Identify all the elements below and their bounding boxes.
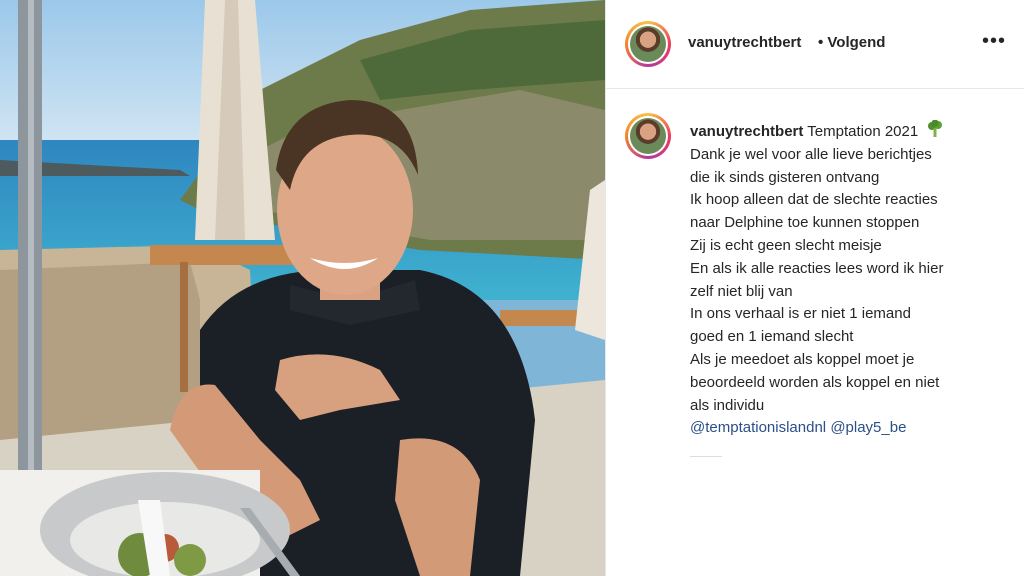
avatar-frame	[628, 24, 668, 64]
mention-link[interactable]: @temptationislandnl	[690, 419, 826, 436]
avatar-image	[630, 26, 666, 62]
caption-line: Ik hoop alleen dat de slechte reacties	[690, 191, 938, 209]
caption-line: zelf niet blij van	[690, 282, 793, 300]
post-header: vanuytrechtbert • Volgend •••	[606, 0, 1024, 89]
caption-text: vanuytrechtbert Temptation 2021 Dank je …	[690, 120, 1010, 440]
avatar-image	[630, 118, 666, 154]
header-username[interactable]: vanuytrechtbert	[688, 34, 801, 51]
mention-link[interactable]: @play5_be	[830, 419, 906, 436]
caption-username[interactable]: vanuytrechtbert	[690, 123, 803, 140]
avatar-frame	[628, 116, 668, 156]
caption-line: Als je meedoet als koppel moet je	[690, 350, 915, 368]
post-panel: vanuytrechtbert • Volgend ••• vanuytrech…	[605, 0, 1024, 576]
caption-line: En als ik alle reacties lees word ik hie…	[690, 259, 944, 277]
caption-line: In ons verhaal is er niet 1 iemand	[690, 305, 911, 323]
caption-line: goed en 1 iemand slecht	[690, 328, 854, 346]
caption-line: beoordeeld worden als koppel en niet	[690, 373, 940, 391]
more-options-icon[interactable]: •••	[982, 30, 1006, 53]
caption-first-line: vanuytrechtbert Temptation 2021	[690, 120, 944, 140]
caption-line: naar Delphine toe kunnen stoppen	[690, 214, 920, 232]
caption-line: Zij is echt geen slecht meisje	[690, 236, 882, 254]
avatar[interactable]	[625, 21, 671, 67]
post-photo	[0, 0, 605, 576]
caption-line: die ik sinds gisteren ontvang	[690, 168, 880, 186]
caption-title: Temptation 2021	[807, 123, 919, 140]
divider	[690, 456, 722, 457]
caption-line: als individu	[690, 396, 765, 414]
caption-line: Dank je wel voor alle lieve berichtjes	[690, 145, 932, 163]
follow-status[interactable]: • Volgend	[818, 34, 885, 51]
broccoli-icon	[928, 120, 943, 137]
caption-mentions: @temptationislandnl @play5_be	[690, 417, 1010, 440]
caption-avatar[interactable]	[625, 113, 671, 159]
